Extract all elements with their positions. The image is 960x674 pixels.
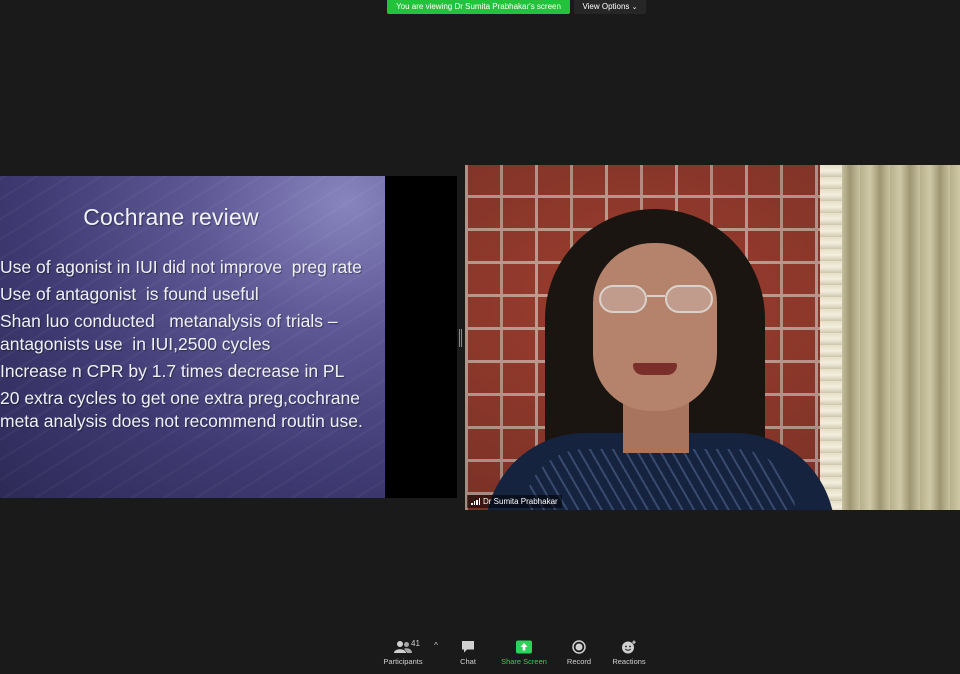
- meeting-toolbar: 41 Participants ^ Chat Share Screen Reco: [0, 634, 960, 674]
- chevron-down-icon: ⌄: [631, 4, 638, 11]
- share-screen-label: Share Screen: [501, 657, 547, 666]
- reactions-icon: [622, 640, 636, 654]
- viewing-screen-text: You are viewing Dr Sumita Prabhakar's sc…: [396, 2, 561, 11]
- slide-title: Cochrane review: [83, 204, 259, 230]
- reactions-label: Reactions: [612, 657, 646, 666]
- curtain-lace: [820, 165, 842, 510]
- participant-face: [593, 243, 717, 411]
- slide-bullet: 20 extra cycles to get one extra preg,co…: [0, 388, 365, 431]
- glasses-lens-left: [599, 285, 647, 313]
- slide-bullet-list: Use of agonist in IUI did not improve pr…: [0, 256, 380, 437]
- view-options-label: View Options: [582, 2, 630, 11]
- participants-options-button[interactable]: ^: [431, 640, 441, 670]
- participants-button[interactable]: 41 Participants: [381, 639, 425, 670]
- split-view-drag-handle[interactable]: [459, 329, 462, 347]
- shared-screen-area[interactable]: Cochrane review Use of agonist in IUI di…: [0, 176, 457, 498]
- share-screen-icon: [516, 640, 532, 654]
- viewing-screen-banner: You are viewing Dr Sumita Prabhakar's sc…: [387, 0, 570, 14]
- slide-bullet: Use of agonist in IUI did not improve pr…: [0, 257, 362, 277]
- participants-count: 41: [411, 639, 420, 648]
- presentation-slide: Cochrane review Use of agonist in IUI di…: [0, 176, 385, 498]
- participant-name-label: Dr Sumita Prabhakar: [467, 495, 562, 508]
- glasses-bridge: [647, 295, 665, 297]
- record-label: Record: [566, 657, 592, 666]
- chat-button[interactable]: Chat: [455, 640, 481, 670]
- participants-label: Participants: [383, 657, 423, 666]
- reactions-button[interactable]: Reactions: [611, 640, 647, 670]
- zoom-meeting-window: You are viewing Dr Sumita Prabhakar's sc…: [0, 0, 960, 674]
- record-button[interactable]: Record: [565, 640, 593, 670]
- participant-video-tile[interactable]: Dr Sumita Prabhakar: [465, 165, 960, 510]
- chevron-up-icon: ^: [434, 641, 438, 650]
- signal-bars-icon: [471, 498, 480, 505]
- participant-clothing-pattern: [525, 449, 795, 510]
- view-options-button[interactable]: View Options ⌄: [574, 0, 646, 14]
- glasses-lens-right: [665, 285, 713, 313]
- share-screen-button[interactable]: Share Screen: [500, 640, 548, 670]
- record-icon: [572, 640, 586, 654]
- slide-bullet: Increase n CPR by 1.7 times decrease in …: [0, 361, 345, 381]
- slide-bullet: Use of antagonist is found useful: [0, 284, 259, 304]
- curtain: [830, 165, 960, 510]
- chat-icon: [462, 641, 474, 653]
- participant-glasses: [597, 285, 717, 315]
- slide-bullet: Shan luo conducted metanalysis of trials…: [0, 311, 338, 354]
- participant-mouth: [633, 363, 677, 375]
- participant-name: Dr Sumita Prabhakar: [483, 497, 558, 506]
- participants-icon: [394, 641, 412, 653]
- chat-label: Chat: [460, 657, 476, 666]
